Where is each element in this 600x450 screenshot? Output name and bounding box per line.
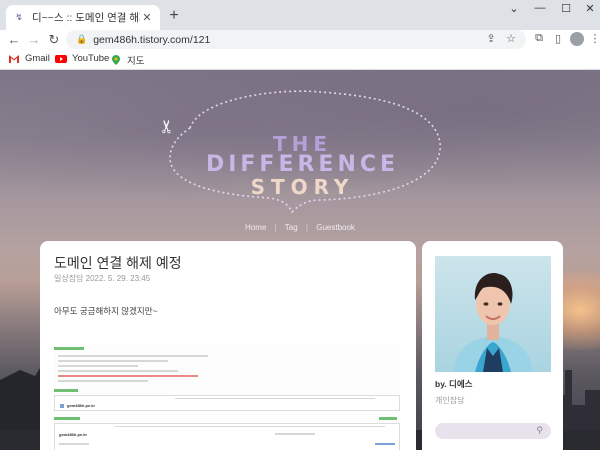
blog-logo[interactable]: ✂ THE DIFFERENCE STORY <box>157 88 445 218</box>
post-screenshot-image: gem486h.pe.kr gem486h.pe.kr <box>54 345 400 450</box>
nav-separator: | <box>305 223 308 232</box>
maximize-icon[interactable]: ☐ <box>556 2 576 15</box>
bookmark-maps[interactable]: 지도 <box>110 53 144 67</box>
tab-title: 디~~스 :: 도메인 연결 해제 예정 <box>32 12 140 24</box>
bookmark-youtube[interactable]: YouTube <box>55 53 109 64</box>
menu-icon[interactable]: ⋮ <box>588 32 600 45</box>
profile-name: by. 디에스 <box>435 378 473 390</box>
bookmark-youtube-label: YouTube <box>72 53 110 64</box>
post-title: 도메인 연결 해제 예정 <box>54 255 182 271</box>
bookmark-gmail[interactable]: Gmail <box>8 53 50 64</box>
minimize-icon[interactable]: — <box>530 2 550 14</box>
search-icon[interactable]: ⚲ <box>536 425 543 436</box>
logo-text-story: STORY <box>250 175 355 199</box>
side-panel-icon[interactable]: ▯ <box>551 32 565 45</box>
screenshot-line <box>58 370 178 372</box>
profile-name-prefix: by. <box>435 379 447 389</box>
bookmark-maps-label: 지도 <box>127 56 145 67</box>
youtube-icon <box>55 54 67 63</box>
nav-separator: | <box>274 223 277 232</box>
profile-name-text: 디에스 <box>449 379 473 389</box>
screenshot-heading-mark <box>54 417 80 420</box>
screenshot-line <box>58 355 208 357</box>
screenshot-table: gem486h.pe.kr <box>54 395 400 411</box>
screenshot-line <box>59 443 89 445</box>
new-tab-button[interactable]: + <box>166 8 182 24</box>
bookmark-gmail-label: Gmail <box>25 53 50 64</box>
screenshot-checkbox <box>60 404 64 408</box>
profile-avatar-icon[interactable] <box>570 32 584 46</box>
extensions-icon[interactable]: ⧉ <box>532 32 546 45</box>
tab-bar: ↯ 디~~스 :: 도메인 연결 해제 예정 ✕ + ⌄ — ☐ ✕ <box>0 0 600 30</box>
bookmarks-bar: Gmail YouTube 지도 <box>0 50 600 70</box>
browser-toolbar: ← → ↻ 🔒 gem486h.tistory.com/121 ⇪ ☆ ⧉ ▯ … <box>0 30 600 50</box>
window-close-icon[interactable]: ✕ <box>580 2 600 15</box>
share-icon[interactable]: ⇪ <box>484 32 498 45</box>
gmail-icon <box>9 54 19 63</box>
screenshot-table: gem486h.pe.kr <box>54 423 400 450</box>
post-card: 도메인 연결 해제 예정 일상잡담 2022. 5. 29. 23:45 아무도… <box>40 241 416 450</box>
logo-text-difference: DIFFERENCE <box>205 152 400 177</box>
profile-portrait-image <box>453 273 533 372</box>
maps-icon <box>112 55 120 65</box>
screenshot-line <box>58 360 168 362</box>
reload-icon[interactable]: ↻ <box>46 31 62 49</box>
screenshot-line <box>58 375 198 377</box>
nav-tag[interactable]: Tag <box>285 223 298 232</box>
post-meta: 일상잡담 2022. 5. 29. 23:45 <box>54 274 151 283</box>
screenshot-line <box>275 433 315 435</box>
profile-description: 개인잡담 <box>435 396 465 405</box>
screenshot-line <box>175 398 375 399</box>
blog-page: ✂ THE DIFFERENCE STORY Home | Tag | Gues… <box>0 70 600 450</box>
tab-close-icon[interactable]: ✕ <box>140 11 154 24</box>
site-favicon-icon: ↯ <box>15 12 23 22</box>
tab-search-chevron-icon[interactable]: ⌄ <box>504 2 524 15</box>
screenshot-heading-mark <box>379 417 397 420</box>
tab-active[interactable]: ↯ 디~~스 :: 도메인 연결 해제 예정 ✕ <box>6 5 160 30</box>
forward-icon[interactable]: → <box>26 31 42 49</box>
bookmark-star-icon[interactable]: ☆ <box>504 32 518 45</box>
blog-search-input[interactable] <box>443 425 531 437</box>
blog-nav: Home | Tag | Guestbook <box>0 223 600 232</box>
screenshot-label: gem486h.pe.kr <box>59 432 88 437</box>
nav-home[interactable]: Home <box>245 223 266 232</box>
screenshot-line <box>58 365 138 367</box>
address-bar[interactable]: 🔒 gem486h.tistory.com/121 <box>66 30 526 49</box>
screenshot-link <box>375 443 395 445</box>
screenshot-label: gem486h.pe.kr <box>67 403 96 408</box>
blog-search-box[interactable]: ⚲ <box>435 423 551 439</box>
profile-card: by. 디에스 개인잡담 ⚲ <box>422 241 563 450</box>
lock-icon[interactable]: 🔒 <box>76 34 87 45</box>
post-body-text: 아무도 궁금해하지 않겠지만~ <box>54 306 158 316</box>
back-icon[interactable]: ← <box>6 31 22 49</box>
url-text[interactable]: gem486h.tistory.com/121 <box>93 34 210 46</box>
screenshot-line <box>115 426 385 427</box>
avatar[interactable] <box>435 256 551 372</box>
nav-guestbook[interactable]: Guestbook <box>316 223 355 232</box>
screenshot-line <box>58 380 148 382</box>
screenshot-heading-mark <box>54 347 84 350</box>
screenshot-heading-mark <box>54 389 78 392</box>
